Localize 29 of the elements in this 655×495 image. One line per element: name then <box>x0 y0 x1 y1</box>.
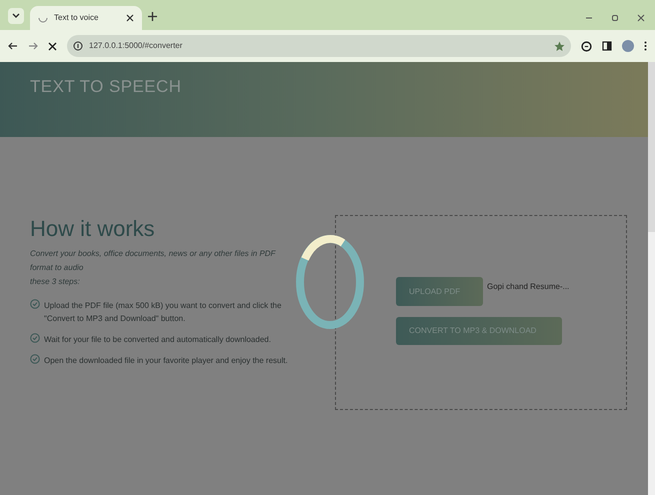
restore-icon[interactable] <box>611 14 619 22</box>
check-circle-icon <box>30 333 40 343</box>
tab-title: Text to voice <box>54 12 100 24</box>
intro-text: these 3 steps: <box>30 276 81 288</box>
close-icon[interactable] <box>637 14 645 22</box>
close-icon[interactable] <box>126 14 134 22</box>
step-text: Upload the PDF file (max 500 kB) you want to convert and click the "Convert to MP3 and Download" button. <box>44 300 282 325</box>
browser-tab[interactable]: Text to voice <box>30 6 142 30</box>
sidebar-icon[interactable] <box>602 41 612 51</box>
menu-icon[interactable] <box>644 41 647 51</box>
scrollbar[interactable] <box>648 62 655 495</box>
star-icon[interactable] <box>554 40 565 52</box>
stop-icon[interactable] <box>48 42 57 50</box>
step-text: Open the downloaded file in your favorite player and enjoy the result. <box>44 355 288 367</box>
tab-menu-icon[interactable] <box>8 8 24 24</box>
back-icon[interactable] <box>8 41 18 51</box>
avatar-icon[interactable] <box>622 40 634 52</box>
forward-icon[interactable] <box>28 41 38 51</box>
step-text: Wait for your file to be converted and automatically downloaded. <box>44 334 271 346</box>
loading-spinner-icon <box>295 234 365 330</box>
check-circle-icon <box>30 354 40 364</box>
file-name: Gopi chand Resume-... <box>487 281 570 293</box>
check-circle-icon <box>30 299 40 309</box>
address-bar[interactable]: 127.0.0.1:5000/#converter <box>67 35 571 57</box>
new-tab-icon[interactable] <box>148 12 157 21</box>
page-title: TEXT TO SPEECH <box>30 77 182 96</box>
info-icon[interactable] <box>73 41 83 51</box>
section-heading: How it works <box>30 215 156 243</box>
extension-icon[interactable] <box>581 40 592 52</box>
